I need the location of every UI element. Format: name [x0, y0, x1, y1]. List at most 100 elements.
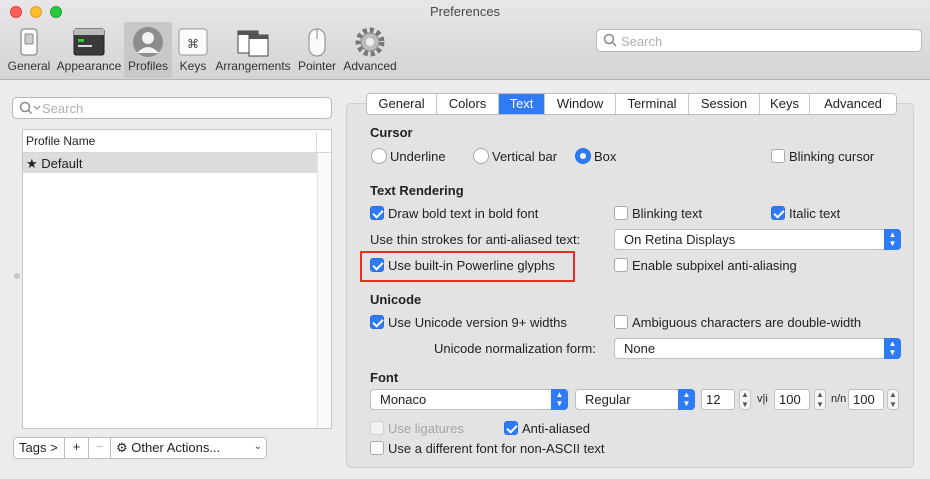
cursor-vertical-bar-label: Vertical bar [492, 149, 558, 164]
profile-search-input[interactable]: Search [12, 97, 332, 119]
tab-general[interactable]: General [367, 94, 437, 114]
toolbar-label: Advanced [343, 59, 397, 73]
toolbar-keys[interactable]: ⌘ Keys [176, 22, 210, 78]
tab-bar: General Colors Text Window Terminal Sess… [366, 93, 897, 115]
cursor-underline-label: Underline [390, 149, 446, 164]
toolbar-label: General [7, 59, 51, 73]
font-heading: Font [370, 370, 399, 385]
other-actions-label: Other Actions... [131, 440, 221, 455]
subpixel-aa-checkbox[interactable] [614, 258, 628, 272]
tab-window[interactable]: Window [545, 94, 616, 114]
highlight-box [360, 251, 575, 282]
cursor-box-radio[interactable] [575, 148, 591, 164]
font-weight-select[interactable]: Regular ▲ ▼ [575, 389, 695, 410]
cursor-heading: Cursor [370, 125, 413, 140]
blinking-text-checkbox[interactable] [614, 206, 628, 220]
cursor-vertical-bar-radio[interactable] [473, 148, 489, 164]
svg-text:⌘: ⌘ [187, 37, 199, 51]
tab-colors[interactable]: Colors [437, 94, 499, 114]
bold-font-checkbox[interactable] [370, 206, 384, 220]
add-profile-button[interactable]: + [65, 437, 89, 459]
font-weight-value: Regular [585, 392, 631, 407]
search-icon [603, 33, 617, 50]
blinking-cursor-checkbox[interactable] [771, 149, 785, 163]
tab-terminal[interactable]: Terminal [616, 94, 689, 114]
thin-strokes-label: Use thin strokes for anti-aliased text: [370, 232, 581, 247]
other-actions-button[interactable]: ⚙ Other Actions... ⌄ [111, 437, 267, 459]
toolbar-label: Arrangements [215, 59, 291, 73]
gear-icon [353, 26, 387, 58]
profile-list[interactable]: Profile Name ★ Default [22, 129, 332, 429]
search-placeholder: Search [621, 34, 663, 49]
ambiguous-width-checkbox[interactable] [614, 315, 628, 329]
windows-icon [236, 26, 270, 58]
toolbar-label: Keys [179, 59, 207, 73]
normalization-label: Unicode normalization form: [434, 341, 596, 356]
chevron-updown-icon: ▲ ▼ [884, 229, 901, 250]
person-icon [131, 26, 165, 58]
unicode-widths-checkbox[interactable] [370, 315, 384, 329]
profile-name: Default [41, 156, 83, 171]
window-title: Preferences [429, 4, 501, 19]
vertical-spacing-input[interactable]: 100 [774, 389, 810, 410]
toolbar-label: Profiles [127, 59, 168, 73]
normalization-select[interactable]: None ▲ ▼ [614, 338, 901, 359]
toolbar-pointer[interactable]: Pointer [296, 22, 338, 78]
toolbar-label: Pointer [297, 59, 337, 73]
toolbar-appearance[interactable]: Appearance [56, 22, 122, 78]
italic-text-label: Italic text [789, 206, 841, 221]
ligatures-checkbox[interactable] [370, 421, 384, 435]
sidebar-bottom-bar: Tags > + − ⚙ Other Actions... ⌄ [13, 437, 267, 459]
bold-font-label: Draw bold text in bold font [388, 206, 539, 221]
tab-keys[interactable]: Keys [760, 94, 810, 114]
tags-label: Tags > [19, 440, 58, 455]
remove-profile-button[interactable]: − [89, 437, 111, 459]
font-size-input[interactable]: 12 [701, 389, 735, 410]
split-handle[interactable] [14, 273, 20, 279]
unicode-heading: Unicode [370, 292, 422, 307]
blinking-cursor-label: Blinking cursor [789, 149, 875, 164]
chevron-updown-icon: ▲ ▼ [678, 389, 695, 410]
switch-icon [12, 26, 46, 58]
plus-icon: + [72, 439, 81, 454]
vertical-spacing-icon: v|i [757, 393, 768, 405]
toolbar-advanced[interactable]: Advanced [342, 22, 398, 78]
font-size-stepper[interactable]: ▲ ▼ [739, 389, 751, 410]
thin-strokes-value: On Retina Displays [624, 232, 736, 247]
vertical-spacing-stepper[interactable]: ▲ ▼ [814, 389, 826, 410]
column-header-label: Profile Name [26, 134, 96, 148]
scrollbar[interactable] [317, 153, 331, 428]
font-family-select[interactable]: Monaco ▲ ▼ [370, 389, 568, 410]
chevron-updown-icon: ▲ ▼ [884, 338, 901, 359]
window-icon [72, 26, 106, 58]
unicode-widths-label: Use Unicode version 9+ widths [388, 315, 567, 330]
non-ascii-font-label: Use a different font for non-ASCII text [388, 441, 605, 456]
tab-text[interactable]: Text [499, 94, 545, 114]
search-placeholder: Search [42, 101, 84, 116]
tags-button[interactable]: Tags > [13, 437, 65, 459]
tab-advanced[interactable]: Advanced [810, 94, 896, 114]
star-icon: ★ [26, 156, 38, 171]
search-field[interactable]: Search [596, 29, 922, 52]
list-item[interactable]: ★ Default [23, 153, 317, 173]
search-icon [19, 101, 41, 118]
horizontal-spacing-stepper[interactable]: ▲ ▼ [887, 389, 899, 410]
anti-aliased-checkbox[interactable] [504, 421, 518, 435]
non-ascii-font-checkbox[interactable] [370, 441, 384, 455]
horizontal-spacing-input[interactable]: 100 [848, 389, 884, 410]
italic-text-checkbox[interactable] [771, 206, 785, 220]
mouse-icon [300, 26, 334, 58]
chevron-down-icon: ⌄ [253, 441, 262, 452]
tab-session[interactable]: Session [689, 94, 760, 114]
anti-aliased-label: Anti-aliased [522, 421, 590, 436]
toolbar-general[interactable]: General [6, 22, 52, 78]
blinking-text-label: Blinking text [632, 206, 703, 221]
subpixel-aa-label: Enable subpixel anti-aliasing [632, 258, 797, 273]
horizontal-spacing-icon: n/n [831, 393, 847, 405]
gear-icon: ⚙ [116, 441, 128, 456]
cursor-underline-radio[interactable] [371, 148, 387, 164]
toolbar-arrangements[interactable]: Arrangements [214, 22, 292, 78]
toolbar-profiles[interactable]: Profiles [124, 22, 172, 78]
thin-strokes-select[interactable]: On Retina Displays ▲ ▼ [614, 229, 901, 250]
column-header[interactable]: Profile Name [23, 130, 331, 153]
